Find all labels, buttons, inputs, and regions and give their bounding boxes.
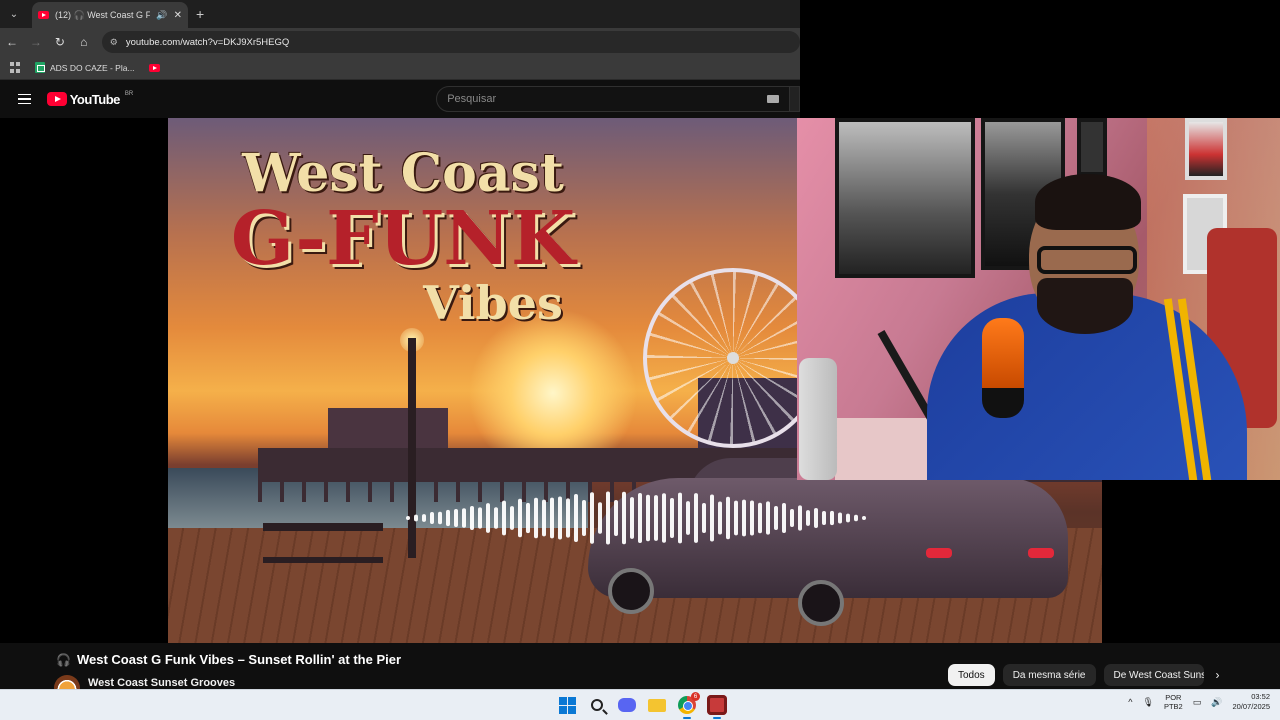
youtube-header: YouTube BR Pesquisar bbox=[0, 80, 800, 118]
network-icon[interactable]: ▭ bbox=[1193, 697, 1202, 708]
volume-icon[interactable]: 🔊 bbox=[1211, 697, 1222, 708]
address-bar-row: ← → ↻ ⌂ ⚙ youtube.com/watch?v=DKJ9Xr5HEG… bbox=[0, 28, 800, 56]
omnibox[interactable]: ⚙ youtube.com/watch?v=DKJ9Xr5HEGQ bbox=[101, 31, 800, 53]
glasses bbox=[1037, 246, 1137, 274]
person-hair bbox=[1035, 174, 1141, 230]
reload-button[interactable]: ↻ bbox=[48, 35, 72, 49]
bookmark-youtube[interactable] bbox=[148, 63, 160, 72]
framed-poster bbox=[835, 118, 975, 278]
video-title: West Coast G Funk Vibes – Sunset Rollin'… bbox=[76, 652, 402, 667]
browser-tab[interactable]: (12) 🎧 West Coast G Funk Vibes – Sunset … bbox=[32, 2, 188, 28]
car-wheel bbox=[608, 568, 654, 614]
microphone bbox=[982, 318, 1024, 418]
bookmark-label: ADS DO CAZE - Pla... bbox=[50, 62, 135, 73]
ferris-wheel bbox=[643, 268, 823, 448]
new-tab-button[interactable]: + bbox=[196, 6, 204, 22]
chip-same-series[interactable]: Da mesma série bbox=[1002, 664, 1096, 686]
language-indicator[interactable]: POR PTB2 bbox=[1164, 693, 1183, 711]
bookmarks-bar: ADS DO CAZE - Pla... bbox=[0, 56, 800, 80]
obs-button[interactable] bbox=[706, 694, 728, 719]
youtube-favicon-icon bbox=[38, 11, 49, 19]
bookmark-ads-do-caze[interactable]: ADS DO CAZE - Pla... bbox=[35, 62, 135, 73]
forward-button[interactable]: → bbox=[24, 35, 48, 49]
chip-todos[interactable]: Todos bbox=[948, 664, 995, 686]
tab-title: (12) 🎧 West Coast G Funk Vibes – Sunset … bbox=[55, 9, 151, 20]
date: 20/07/2025 bbox=[1232, 702, 1270, 712]
keyboard-icon[interactable] bbox=[767, 95, 780, 103]
bench bbox=[263, 523, 383, 563]
tab-close-icon[interactable]: ✕ bbox=[174, 10, 182, 21]
taskbar-search-button[interactable] bbox=[586, 694, 608, 716]
audio-waveform bbox=[406, 491, 866, 545]
video-title-row: 🎧 West Coast G Funk Vibes – Sunset Rolli… bbox=[56, 652, 401, 667]
region-code: BR bbox=[124, 91, 134, 97]
search-input[interactable]: Pesquisar bbox=[436, 86, 791, 112]
chevron-right-icon[interactable]: › bbox=[1216, 668, 1220, 682]
headphones-icon: 🎧 bbox=[56, 652, 71, 667]
notification-badge: 6 bbox=[691, 692, 700, 701]
thumbnail-line-3: Vibes bbox=[423, 276, 563, 330]
thumbnail-line-1: West Coast bbox=[242, 143, 564, 204]
home-button[interactable]: ⌂ bbox=[72, 35, 96, 49]
apps-grid-icon[interactable] bbox=[10, 62, 21, 73]
obs-icon bbox=[707, 695, 727, 715]
chip-from-channel[interactable]: De West Coast Sunset Grooves bbox=[1103, 664, 1204, 686]
discord-button[interactable] bbox=[616, 694, 638, 716]
youtube-logo-text: YouTube bbox=[69, 91, 121, 107]
tab-search-dropdown[interactable]: ⌄ bbox=[4, 4, 24, 24]
webcam-overlay bbox=[797, 118, 1280, 480]
site-info-icon[interactable]: ⚙ bbox=[110, 37, 118, 48]
file-explorer-button[interactable] bbox=[646, 694, 668, 716]
channel-name[interactable]: West Coast Sunset Grooves bbox=[88, 677, 235, 689]
taillight bbox=[926, 548, 952, 558]
keyboard-layout: PTB2 bbox=[1163, 702, 1183, 712]
system-tray: ^ 🎙 POR PTB2 ▭ 🔊 03:52 20/07/2025 bbox=[1128, 692, 1270, 712]
search-icon bbox=[591, 699, 603, 711]
discord-icon bbox=[618, 698, 636, 712]
sheets-icon bbox=[35, 62, 45, 73]
taillight bbox=[1028, 548, 1054, 558]
pier-building bbox=[328, 408, 448, 453]
menu-icon[interactable] bbox=[18, 93, 31, 105]
youtube-favicon-icon bbox=[148, 63, 160, 72]
search-placeholder: Pesquisar bbox=[447, 93, 497, 105]
show-hidden-icons-button[interactable]: ^ bbox=[1128, 697, 1132, 707]
related-filter-chips: Todos Da mesma série De West Coast Sunse… bbox=[948, 664, 1220, 686]
time: 03:52 bbox=[1251, 692, 1270, 701]
language-code: POR bbox=[1165, 693, 1182, 703]
wall-poster bbox=[1185, 118, 1227, 180]
url-text: youtube.com/watch?v=DKJ9Xr5HEGQ bbox=[125, 36, 290, 48]
clock[interactable]: 03:52 20/07/2025 bbox=[1232, 692, 1270, 712]
tab-strip: ⌄ (12) 🎧 West Coast G Funk Vibes – Sunse… bbox=[0, 0, 800, 28]
taskbar-apps: 6 bbox=[556, 692, 728, 719]
video-player[interactable]: West Coast G-FUNK Vibes bbox=[0, 118, 1280, 643]
youtube-logo[interactable]: YouTube BR bbox=[46, 91, 134, 107]
folder-icon bbox=[648, 698, 666, 712]
framed-poster bbox=[1077, 118, 1107, 176]
water-bottle bbox=[799, 358, 837, 480]
tab-audio-icon[interactable]: 🔊 bbox=[156, 10, 167, 21]
car-wheel bbox=[798, 580, 844, 626]
thumbnail-line-2: G-FUNK bbox=[230, 196, 576, 282]
youtube-play-icon bbox=[46, 92, 67, 106]
start-button[interactable] bbox=[556, 694, 578, 716]
chrome-button[interactable]: 6 bbox=[676, 692, 700, 719]
back-button[interactable]: ← bbox=[0, 35, 24, 49]
thumbnail-title-art: West Coast G-FUNK Vibes bbox=[223, 143, 583, 330]
taskbar: 6 ^ 🎙 POR PTB2 ▭ 🔊 03:52 20/07/2025 bbox=[0, 689, 1280, 720]
search-button[interactable] bbox=[790, 86, 800, 112]
windows-icon bbox=[558, 696, 576, 714]
beard bbox=[1037, 278, 1133, 334]
video-info: 🎧 West Coast G Funk Vibes – Sunset Rolli… bbox=[0, 643, 1280, 701]
mic-icon[interactable]: 🎙 bbox=[1143, 697, 1154, 708]
